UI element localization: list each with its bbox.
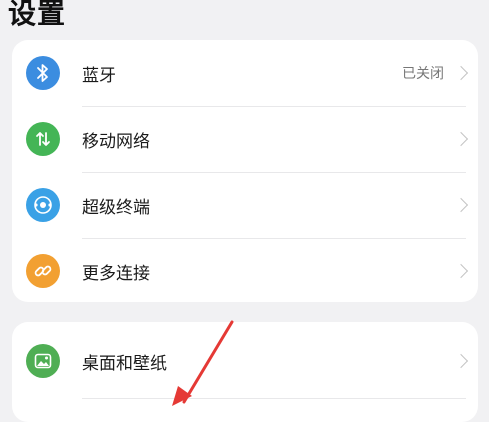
page-title: 设置	[8, 0, 67, 30]
chevron-right-icon	[453, 65, 469, 81]
settings-item-wallpaper[interactable]: 桌面和壁纸	[12, 328, 478, 394]
wallpaper-icon	[26, 344, 60, 378]
chevron-right-icon	[453, 353, 469, 369]
link-icon	[26, 254, 60, 288]
chevron-right-icon	[453, 197, 469, 213]
settings-item-label: 蓝牙	[82, 65, 116, 86]
display-settings-card: 桌面和壁纸	[12, 322, 478, 422]
chevron-right-icon	[453, 131, 469, 147]
settings-item-label: 桌面和壁纸	[82, 353, 167, 374]
settings-item-mobile-network[interactable]: 移动网络	[12, 106, 478, 172]
mobile-network-icon	[26, 122, 60, 156]
bluetooth-icon	[26, 56, 60, 90]
divider	[82, 398, 466, 399]
connectivity-settings-card: 蓝牙 已关闭 移动网络 超级终端 更多连接	[12, 40, 478, 302]
super-device-icon	[26, 188, 60, 222]
settings-item-label: 超级终端	[82, 197, 150, 218]
settings-item-more-connections[interactable]: 更多连接	[12, 238, 478, 304]
settings-item-bluetooth[interactable]: 蓝牙 已关闭	[12, 40, 478, 106]
chevron-right-icon	[453, 263, 469, 279]
settings-item-label: 移动网络	[82, 131, 150, 152]
settings-item-label: 更多连接	[82, 263, 150, 284]
settings-item-super-device[interactable]: 超级终端	[12, 172, 478, 238]
bluetooth-status: 已关闭	[402, 66, 444, 82]
